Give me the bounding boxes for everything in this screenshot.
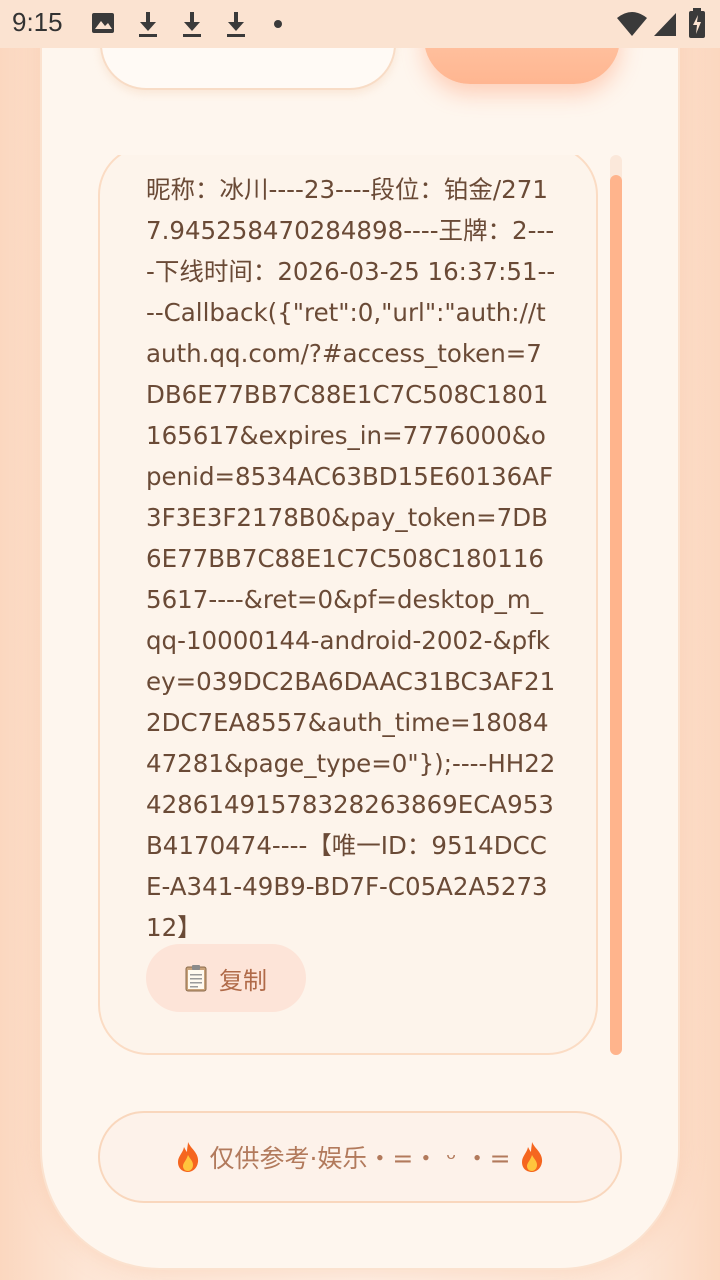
clipboard-icon bbox=[185, 965, 207, 992]
scrollbar-thumb[interactable] bbox=[610, 175, 622, 1055]
result-scroll-area[interactable]: 昵称：冰川----23----段位：铂金/2717.94525847028489… bbox=[98, 155, 622, 1055]
copy-label: 复制 bbox=[219, 966, 267, 995]
wifi-icon bbox=[617, 12, 647, 36]
download-icon bbox=[183, 12, 201, 37]
dot-icon bbox=[274, 20, 282, 28]
fire-icon bbox=[178, 1142, 199, 1172]
status-bar: 9:15 bbox=[0, 0, 720, 48]
result-card: 昵称：冰川----23----段位：铂金/2717.94525847028489… bbox=[98, 155, 598, 1055]
fire-icon bbox=[521, 1142, 542, 1172]
footer-disclaimer: 仅供参考·娱乐・=・ ᵕ ・= bbox=[98, 1111, 622, 1203]
battery-charging-icon bbox=[689, 8, 705, 38]
signal-icon bbox=[654, 13, 676, 36]
copy-button[interactable]: 复制 bbox=[146, 944, 306, 1012]
download-icon bbox=[139, 12, 157, 37]
download-icon bbox=[227, 12, 245, 37]
footer-label: 仅供参考·娱乐・=・ ᵕ ・= bbox=[209, 1144, 511, 1173]
status-time: 9:15 bbox=[12, 7, 63, 37]
image-icon bbox=[92, 13, 114, 33]
result-text: 昵称：冰川----23----段位：铂金/2717.94525847028489… bbox=[146, 175, 556, 942]
